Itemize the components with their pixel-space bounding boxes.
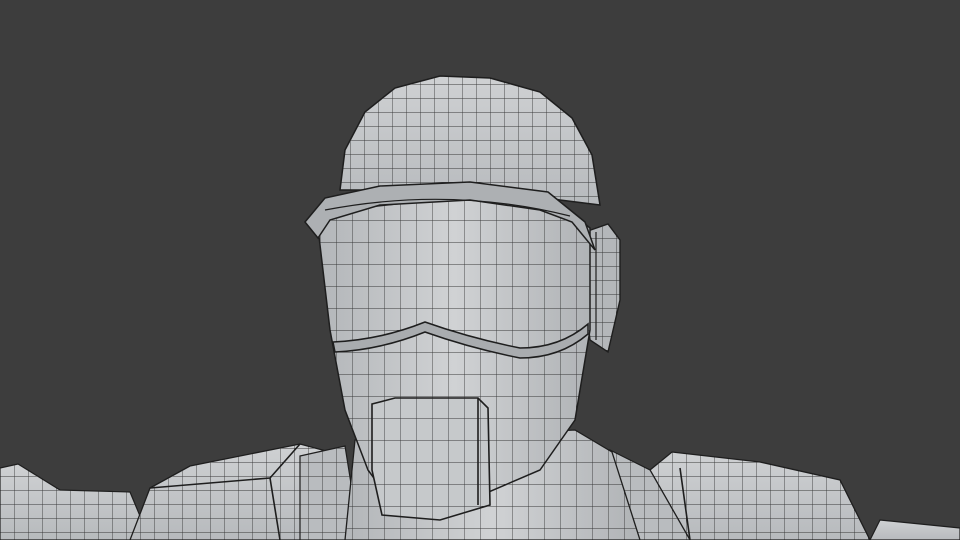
wireframe-model — [0, 0, 960, 540]
chin-plate — [371, 397, 491, 521]
3d-viewport[interactable] — [0, 0, 960, 540]
